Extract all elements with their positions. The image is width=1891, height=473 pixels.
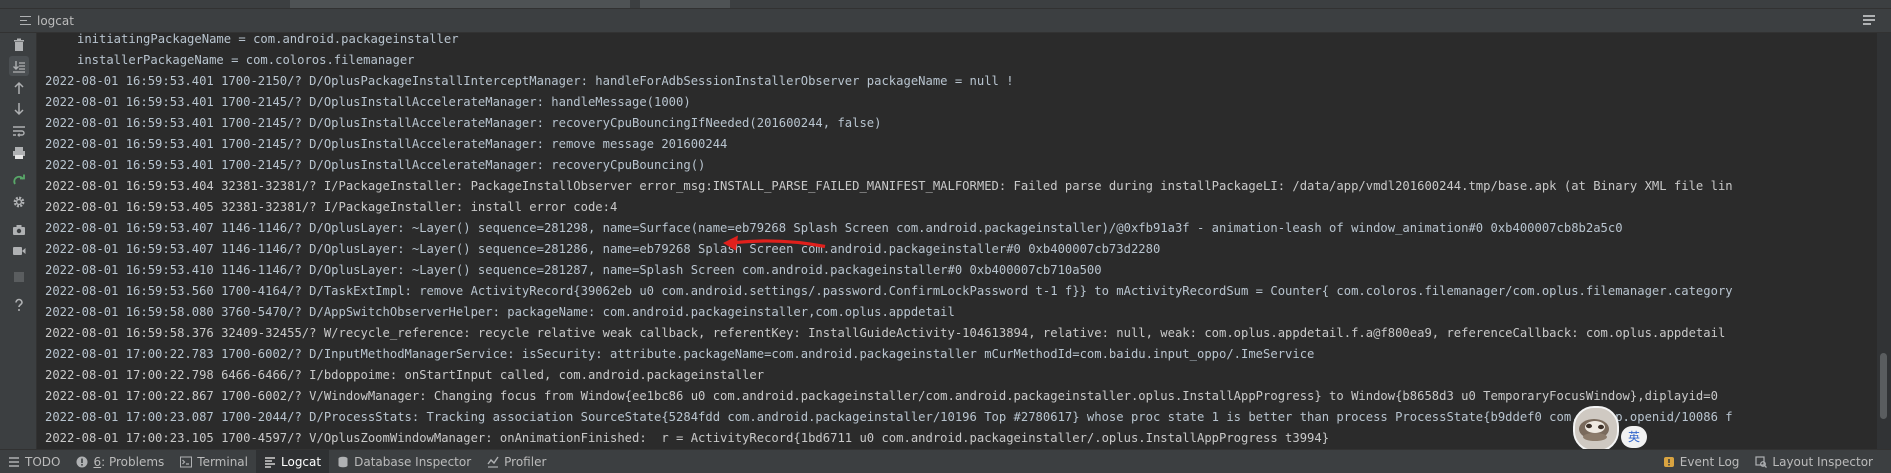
logcat-tab-label: Logcat — [281, 454, 322, 469]
database-icon — [337, 456, 349, 468]
event-log-tab[interactable]: Event Log — [1655, 450, 1748, 473]
log-line: 2022-08-01 16:59:53.401 1700-2145/? D/Op… — [45, 158, 706, 172]
tool-window-title: logcat — [37, 13, 74, 28]
event-log-icon — [1663, 456, 1675, 468]
layout-inspector-icon — [1755, 455, 1768, 468]
user-avatar[interactable] — [1573, 406, 1619, 452]
log-line: 2022-08-01 17:00:23.105 1700-4597/? V/Op… — [45, 431, 1330, 445]
log-line: 2022-08-01 16:59:53.407 1146-1146/? D/Op… — [45, 242, 1161, 256]
log-line: 2022-08-01 17:00:22.798 6466-6466/? I/bd… — [45, 368, 765, 382]
red-annotation-arrow — [723, 235, 826, 251]
layout-inspector-tab[interactable]: Layout Inspector — [1747, 450, 1881, 473]
bottom-right-tabs: Event Log Layout Inspector — [1655, 450, 1881, 473]
log-line: 2022-08-01 16:59:53.410 1146-1146/? D/Op… — [45, 263, 1102, 277]
problems-tab-label: : Problems — [101, 454, 165, 469]
arrow-up-icon[interactable] — [9, 78, 29, 98]
todo-tab-label: TODO — [25, 454, 61, 469]
help-icon[interactable] — [9, 295, 29, 315]
log-line: 2022-08-01 16:59:58.080 3760-5470/? D/Ap… — [45, 305, 955, 319]
terminal-tab-label: Terminal — [197, 454, 248, 469]
tool-window-header: logcat — [0, 9, 1891, 33]
database-inspector-tab-label: Database Inspector — [354, 454, 472, 469]
ime-language-badge[interactable]: 英 — [1621, 426, 1647, 448]
log-line: 2022-08-01 16:59:53.407 1146-1146/? D/Op… — [45, 221, 1623, 235]
log-line: 2022-08-01 17:00:23.087 1700-2044/? D/Pr… — [45, 410, 1733, 424]
scrollbar-thumb[interactable] — [1880, 353, 1887, 419]
log-line: 2022-08-01 16:59:53.405 32381-32381/? I/… — [45, 200, 618, 214]
event-log-tab-label: Event Log — [1679, 454, 1740, 469]
logcat-tab[interactable]: Logcat — [256, 450, 330, 473]
log-line: 2022-08-01 16:59:53.401 1700-2145/? D/Op… — [45, 137, 728, 151]
log-line: 2022-08-01 16:59:53.560 1700-4164/? D/Ta… — [45, 284, 1733, 298]
log-line: 2022-08-01 16:59:53.404 32381-32381/? I/… — [45, 179, 1733, 193]
todo-tab[interactable]: TODO — [0, 450, 68, 473]
stop-icon[interactable] — [9, 267, 29, 287]
scroll-to-end-icon[interactable] — [9, 56, 29, 76]
logcat-list-icon — [20, 16, 31, 25]
log-line: 2022-08-01 16:59:58.376 32409-32455/? W/… — [45, 326, 1726, 340]
logcat-output[interactable]: initiatingPackageName = com.android.pack… — [37, 33, 1877, 449]
print-icon[interactable] — [9, 143, 29, 163]
screen-record-icon[interactable] — [9, 241, 29, 261]
profiler-icon — [487, 456, 499, 468]
restart-icon[interactable] — [9, 171, 29, 191]
logcat-side-toolbar — [0, 33, 37, 449]
warning-icon — [76, 456, 88, 468]
profiler-tab[interactable]: Profiler — [479, 450, 554, 473]
logcat-icon — [264, 456, 276, 468]
layout-inspector-tab-label: Layout Inspector — [1772, 454, 1873, 469]
soft-wrap-icon[interactable] — [9, 121, 29, 141]
top-tab-strip — [0, 0, 1891, 9]
log-lines: initiatingPackageName = com.android.pack… — [45, 33, 1733, 449]
clear-logcat-icon[interactable] — [9, 35, 29, 55]
arrow-down-icon[interactable] — [9, 99, 29, 119]
vertical-scrollbar[interactable] — [1877, 33, 1891, 449]
upper-tab[interactable] — [640, 0, 730, 8]
upper-tab[interactable] — [290, 0, 630, 8]
hamburger-menu-icon[interactable] — [1863, 15, 1875, 25]
log-line: 2022-08-01 17:00:22.867 1700-6002/? V/Wi… — [45, 389, 1718, 403]
profiler-tab-label: Profiler — [504, 454, 547, 469]
gear-icon[interactable] — [9, 192, 29, 212]
log-line: initiatingPackageName = com.android.pack… — [77, 33, 459, 46]
camera-icon[interactable] — [9, 220, 29, 240]
log-line: installerPackageName = com.coloros.filem… — [77, 53, 415, 67]
list-icon — [8, 456, 20, 468]
problems-tab[interactable]: 6: Problems — [68, 450, 172, 473]
bottom-tool-window-bar: TODO 6: Problems Terminal Logcat Databas… — [0, 449, 1891, 473]
terminal-tab[interactable]: Terminal — [172, 450, 256, 473]
database-inspector-tab[interactable]: Database Inspector — [329, 450, 479, 473]
problems-tab-number: 6 — [93, 454, 102, 469]
log-line: 2022-08-01 17:00:22.783 1700-6002/? D/In… — [45, 347, 1315, 361]
log-line: 2022-08-01 16:59:53.401 1700-2145/? D/Op… — [45, 116, 882, 130]
log-line: 2022-08-01 16:59:53.401 1700-2150/? D/Op… — [45, 74, 1014, 88]
terminal-icon — [180, 456, 193, 468]
log-line: 2022-08-01 16:59:53.401 1700-2145/? D/Op… — [45, 95, 691, 109]
